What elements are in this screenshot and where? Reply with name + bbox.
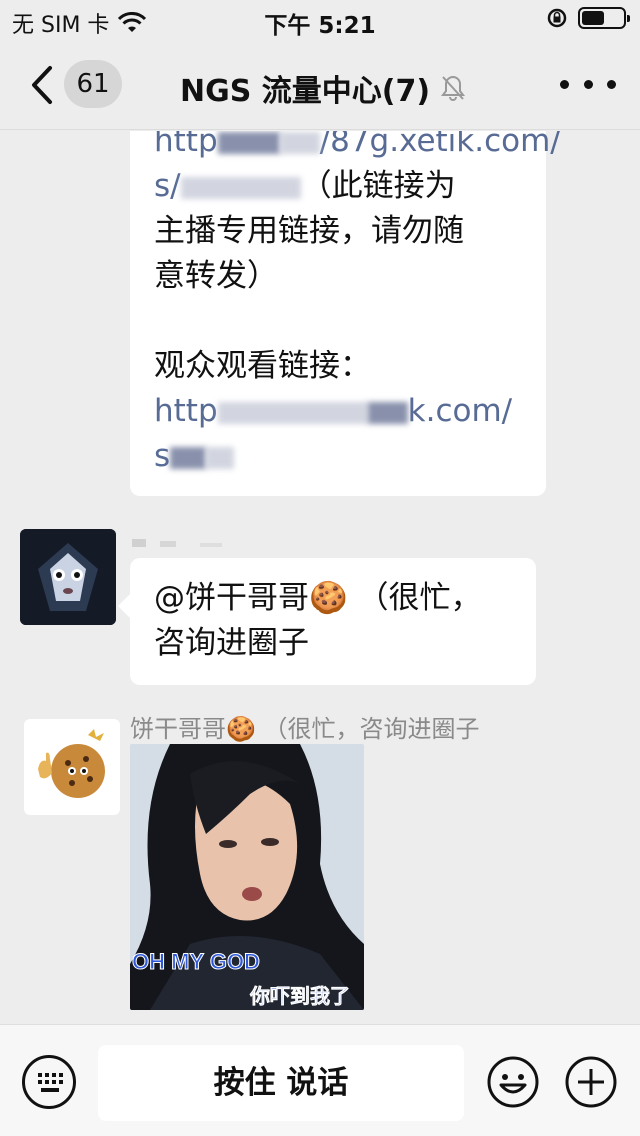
- redaction-blur: [367, 401, 408, 424]
- link-line-1[interactable]: http/87g.xetik.com/: [154, 131, 561, 164]
- emoji-icon[interactable]: [486, 1055, 540, 1109]
- link-line-3[interactable]: s: [154, 434, 522, 479]
- message-bubble-links[interactable]: http/87g.xetik.com/ s/ （此链接为 主播专用链接，请勿随 意…: [130, 131, 561, 496]
- chat-messages[interactable]: http/87g.xetik.com/ s/ （此链接为 主播专用链接，请勿随 意…: [0, 131, 640, 1024]
- battery-fill: [582, 11, 604, 25]
- sticker-caption: 你吓到我了: [250, 984, 351, 1009]
- redaction-blur: [217, 131, 280, 154]
- keyboard-icon: [38, 1073, 63, 1092]
- unread-count-badge[interactable]: 61: [64, 60, 122, 108]
- status-bar: 无 SIM 卡 下午 5:21: [0, 0, 640, 40]
- input-bar: 按住 说话: [0, 1024, 640, 1136]
- redaction-blur: [180, 176, 301, 199]
- link-fragment: k.com/: [407, 393, 513, 429]
- keyboard-toggle-button[interactable]: [22, 1055, 76, 1109]
- link-fragment: s: [154, 438, 171, 474]
- avatar[interactable]: [20, 529, 116, 625]
- cookie-avatar-icon: [38, 729, 105, 798]
- redaction-blur: [217, 401, 368, 424]
- nav-bar: 61 NGS 流量中心(7): [0, 40, 640, 130]
- avatar-face-icon: [20, 529, 116, 625]
- back-icon[interactable]: [24, 62, 64, 108]
- more-dot-icon: [607, 79, 616, 89]
- message-line: @饼干哥哥🍪 （很忙，: [154, 580, 482, 616]
- message-line-2: s/ （此链接为: [154, 164, 522, 209]
- chat-title: NGS 流量中心(7): [180, 74, 431, 109]
- message-line: 咨询进圈子: [154, 625, 309, 661]
- battery-icon: [578, 7, 630, 29]
- link-fragment: http: [154, 131, 218, 159]
- message-bubble-mention[interactable]: @饼干哥哥🍪 （很忙， 咨询进圈子: [118, 558, 536, 685]
- link-line-2[interactable]: http k.com/: [154, 389, 522, 434]
- more-dot-icon: [560, 79, 569, 89]
- redaction-blur: [279, 131, 320, 154]
- orientation-lock-icon: [547, 8, 567, 28]
- link-fragment: http: [154, 393, 218, 429]
- add-more-icon[interactable]: [564, 1055, 618, 1109]
- message-text: （此链接为: [300, 168, 456, 204]
- sticker-image[interactable]: OH MY GOD 你吓到我了: [130, 744, 364, 1010]
- message-line-4: 意转发）: [154, 258, 278, 294]
- sender-name: 饼干哥哥🍪 （很忙，咨询进圈子: [130, 715, 480, 743]
- sticker-caption: OH MY GOD: [132, 949, 261, 975]
- redaction-blur: [170, 446, 207, 469]
- more-dot-icon: [583, 79, 593, 89]
- sender-name-redacted: [132, 539, 222, 547]
- mute-bell-icon: [441, 75, 466, 101]
- message-line-3: 主播专用链接，请勿随: [154, 213, 464, 249]
- more-options-button[interactable]: [560, 66, 616, 102]
- message-line-5: 观众观看链接：: [154, 348, 371, 384]
- link-fragment: /87g.xetik.com/: [319, 131, 561, 159]
- status-time: 下午 5:21: [264, 13, 376, 39]
- avatar[interactable]: [24, 719, 120, 815]
- hold-to-talk-button[interactable]: 按住 说话: [98, 1045, 464, 1121]
- status-right: [546, 7, 630, 29]
- redaction-blur: [206, 446, 235, 469]
- chat-title-container[interactable]: NGS 流量中心(7): [180, 66, 480, 110]
- link-fragment: s/: [154, 168, 181, 204]
